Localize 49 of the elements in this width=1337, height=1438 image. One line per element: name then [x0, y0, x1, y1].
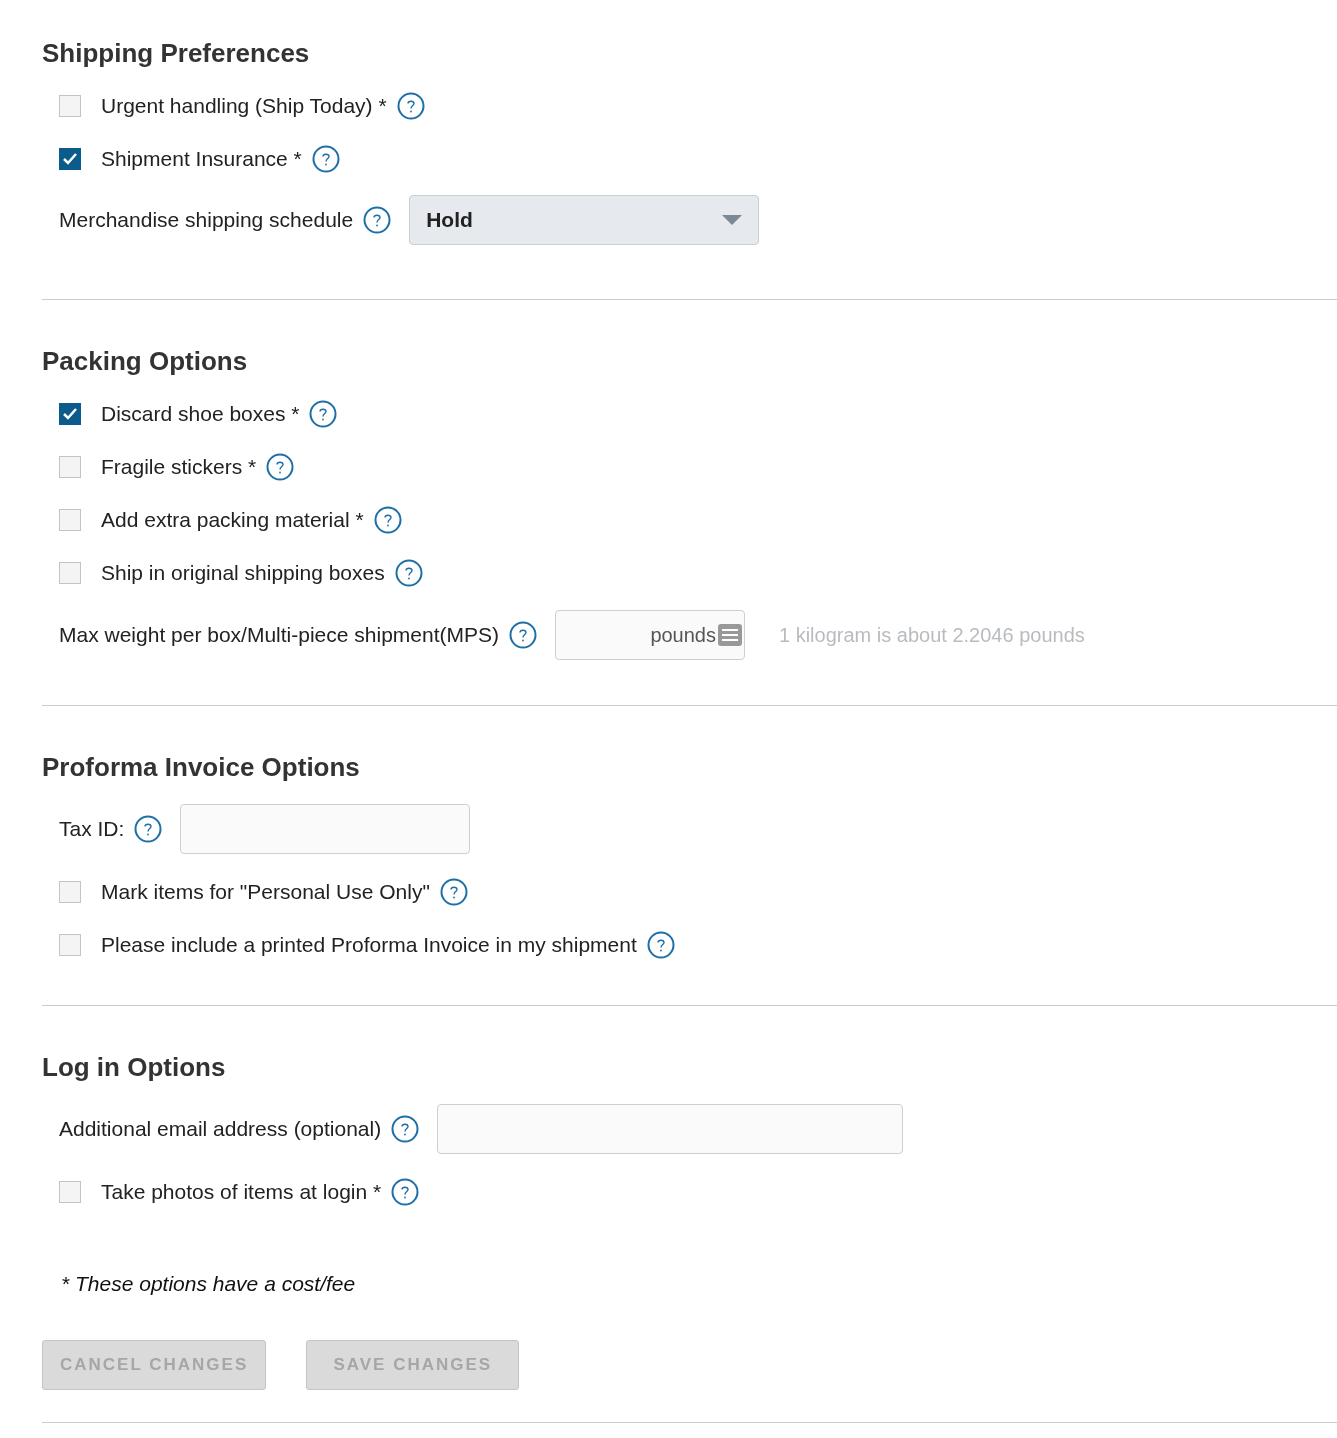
footnote: * These options have a cost/fee	[60, 1271, 357, 1297]
option-label: Fragile stickers *	[101, 453, 257, 480]
field-label: Max weight per box/Multi-piece shipment(MPS)	[59, 622, 499, 649]
checkmark-icon	[62, 406, 78, 421]
option-label: Please include a printed Proforma Invoice in my shipment	[101, 931, 637, 958]
checkbox[interactable]	[59, 933, 81, 956]
field-label: Merchandise shipping schedule	[59, 207, 354, 234]
checkbox[interactable]	[59, 880, 81, 903]
help-icon[interactable]	[311, 144, 340, 173]
help-icon[interactable]	[646, 930, 675, 959]
checkbox[interactable]	[59, 508, 81, 531]
help-icon[interactable]	[373, 505, 402, 534]
help-icon[interactable]	[309, 399, 338, 428]
option-label: Take photos of items at login *	[101, 1178, 382, 1205]
help-icon[interactable]	[439, 877, 468, 906]
section-heading: Packing Options	[42, 345, 249, 378]
checkbox[interactable]	[59, 402, 81, 425]
checkbox[interactable]	[59, 455, 81, 478]
help-icon[interactable]	[396, 91, 425, 120]
section-heading: Log in Options	[42, 1051, 227, 1084]
checkmark-icon	[62, 151, 78, 166]
option-label: Add extra packing material *	[101, 506, 364, 533]
help-icon[interactable]	[134, 815, 163, 843]
help-icon[interactable]	[266, 452, 295, 481]
caret-icon	[722, 215, 743, 225]
hint-text: 1 kilogram is about 2.2046 pounds	[779, 623, 1085, 648]
field-label: Tax ID:	[59, 816, 125, 843]
checkbox[interactable]	[59, 561, 81, 584]
section-heading: Shipping Preferences	[42, 37, 311, 70]
schedule-dropdown[interactable]: Hold	[409, 195, 760, 245]
text-field[interactable]: pounds	[555, 610, 745, 660]
text-field[interactable]	[437, 1104, 904, 1154]
option-label: Urgent handling (Ship Today) *	[101, 92, 387, 119]
checkbox[interactable]	[59, 1180, 81, 1203]
help-icon[interactable]	[394, 558, 423, 587]
field-label: Additional email address (optional)	[59, 1116, 382, 1143]
help-icon[interactable]	[363, 206, 392, 234]
option-label: Discard shoe boxes *	[101, 400, 300, 427]
checkbox[interactable]	[59, 147, 81, 170]
help-icon[interactable]	[509, 621, 537, 649]
help-icon[interactable]	[391, 1177, 420, 1206]
option-label: Mark items for "Personal Use Only"	[101, 878, 430, 905]
list-icon	[718, 624, 742, 646]
help-icon[interactable]	[391, 1115, 420, 1143]
text-field[interactable]	[180, 804, 471, 854]
section-heading: Proforma Invoice Options	[42, 751, 361, 784]
checkbox[interactable]	[59, 94, 81, 117]
option-label: Ship in original shipping boxes	[101, 559, 385, 586]
option-label: Shipment Insurance *	[101, 145, 302, 172]
